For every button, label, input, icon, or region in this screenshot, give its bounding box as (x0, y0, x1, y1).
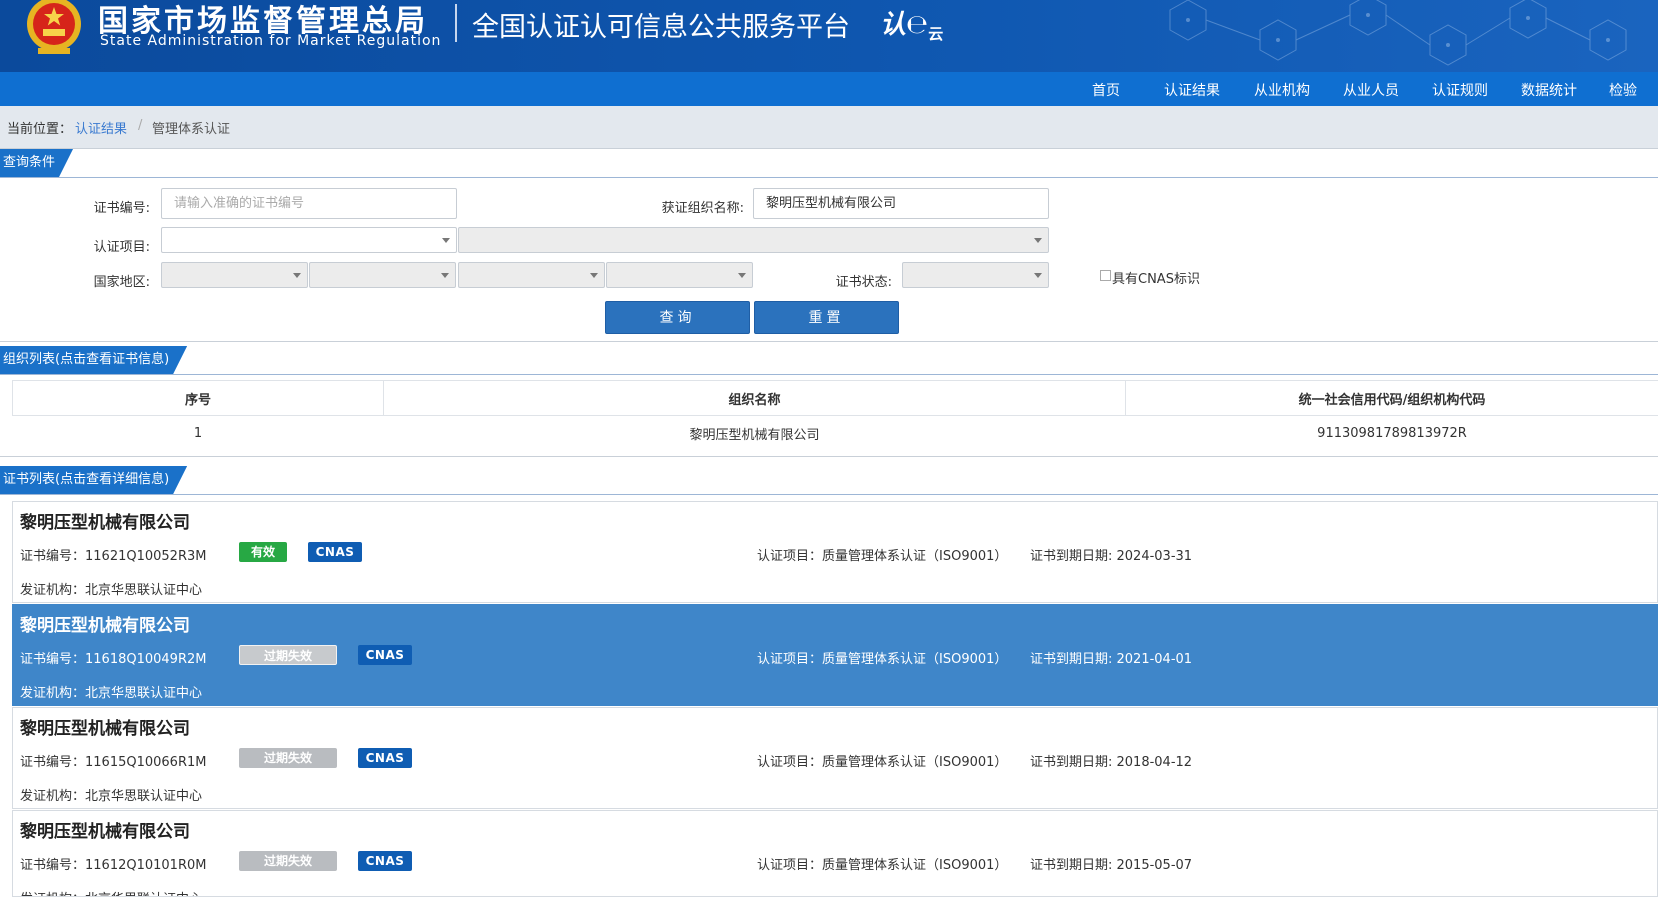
cert-expiry: 证书到期日期: 2015-05-07 (1030, 858, 1193, 873)
cnas-badge: CNAS (358, 748, 412, 768)
region-label: 国家地区: (93, 275, 150, 290)
cert-issuer: 发证机构：北京华思联认证中心 (20, 583, 203, 598)
cert-number: 证书编号：11618Q10049R2M (20, 652, 207, 667)
divider (0, 456, 1658, 457)
cert-org-name: 黎明压型机械有限公司 (20, 616, 190, 636)
region-select-4[interactable] (606, 262, 753, 288)
national-emblem-icon (27, 0, 81, 54)
chevron-down-icon (1034, 238, 1042, 243)
nav-item-home[interactable]: 首页 (1092, 80, 1120, 100)
region-select-1[interactable] (161, 262, 308, 288)
platform-logo: 认℮云 (880, 4, 943, 44)
project-category-select[interactable] (161, 227, 457, 253)
cert-list-section-header: 证书列表(点击查看详细信息) (0, 466, 1658, 495)
column-header-index: 序号 (12, 380, 384, 416)
cert-org-name: 黎明压型机械有限公司 (20, 822, 190, 842)
chevron-down-icon (1034, 273, 1042, 278)
column-header-credit-code: 统一社会信用代码/组织机构代码 (1125, 380, 1658, 416)
cert-number: 证书编号：11612Q10101R0M (20, 858, 207, 873)
logo-swirl-icon: ℮ (906, 10, 929, 40)
breadcrumb-separator: / (138, 118, 143, 133)
hexagon-pattern-icon (1169, 0, 1627, 66)
cnas-badge: CNAS (358, 851, 412, 871)
cert-card[interactable]: 黎明压型机械有限公司 证书编号：11615Q10066R1M 过期失效 CNAS… (12, 707, 1658, 809)
org-list-section-title: 组织列表(点击查看证书信息) (0, 346, 187, 374)
nav-item-statistics[interactable]: 数据统计 (1521, 80, 1577, 100)
cert-org-name: 黎明压型机械有限公司 (20, 719, 190, 739)
chevron-down-icon (293, 273, 301, 278)
breadcrumb-prefix: 当前位置： (7, 122, 73, 137)
breadcrumb: 当前位置： 认证结果 / 管理体系认证 (0, 106, 1658, 149)
nav-item-inspection[interactable]: 检验 (1609, 80, 1637, 100)
cert-issuer: 发证机构：北京华思联认证中心 (20, 686, 203, 701)
region-select-2[interactable] (309, 262, 456, 288)
reset-button[interactable]: 重置 (754, 301, 899, 334)
site-header: 国家市场监督管理总局 State Administration for Mark… (0, 0, 1658, 72)
cert-expiry: 证书到期日期: 2024-03-31 (1030, 549, 1193, 564)
cert-project-label: 认证项目: (93, 240, 150, 255)
cert-project: 认证项目：质量管理体系认证（ISO9001） (757, 755, 1008, 770)
cert-card[interactable]: 黎明压型机械有限公司 证书编号：11621Q10052R3M 有效 CNAS 认… (12, 501, 1658, 603)
cert-number: 证书编号：11615Q10066R1M (20, 755, 207, 770)
column-header-org-name: 组织名称 (383, 380, 1126, 416)
breadcrumb-current: 管理体系认证 (152, 122, 231, 137)
table-header-row: 序号 组织名称 统一社会信用代码/组织机构代码 (12, 380, 1658, 416)
cert-status-label: 证书状态: (835, 275, 892, 290)
cnas-badge: CNAS (308, 542, 362, 562)
nav-item-institutions[interactable]: 从业机构 (1254, 80, 1310, 100)
breadcrumb-link-cert-results[interactable]: 认证结果 (75, 118, 127, 137)
header-divider (455, 4, 457, 42)
chevron-down-icon (442, 238, 450, 243)
chevron-down-icon (441, 273, 449, 278)
status-badge: 过期失效 (239, 748, 337, 768)
cert-issuer: 发证机构：北京华思联认证中心 (20, 789, 203, 804)
platform-title: 全国认证认可信息公共服务平台 (472, 12, 850, 43)
cert-status-select[interactable] (902, 262, 1049, 288)
cert-list-section-title: 证书列表(点击查看详细信息) (0, 466, 187, 494)
cert-project: 认证项目：质量管理体系认证（ISO9001） (757, 549, 1008, 564)
row-credit-code: 91130981789813972R (1125, 415, 1658, 450)
logo-sub-text: 云 (928, 25, 944, 43)
cert-expiry: 证书到期日期: 2021-04-01 (1030, 652, 1193, 667)
cert-org-name: 黎明压型机械有限公司 (20, 513, 190, 533)
project-subcategory-select[interactable] (458, 227, 1049, 253)
nav-item-rules[interactable]: 认证规则 (1432, 80, 1488, 100)
chevron-down-icon (738, 273, 746, 278)
query-section-header: 查询条件 (0, 149, 1658, 178)
org-name-label: 获证组织名称: (661, 201, 744, 216)
cert-card[interactable]: 黎明压型机械有限公司 证书编号：11618Q10049R2M 过期失效 CNAS… (12, 604, 1658, 706)
agency-name-en: State Administration for Market Regulati… (100, 33, 442, 49)
row-index: 1 (12, 415, 384, 450)
query-section-title: 查询条件 (0, 149, 73, 177)
cert-no-label: 证书编号: (93, 201, 150, 216)
nav-item-cert-results[interactable]: 认证结果 (1164, 80, 1220, 100)
cert-issuer: 发证机构：北京华思联认证中心 (20, 888, 202, 896)
cnas-badge: CNAS (358, 645, 412, 665)
org-name-input[interactable]: 黎明压型机械有限公司 (753, 188, 1049, 219)
row-org-name[interactable]: 黎明压型机械有限公司 (383, 415, 1126, 450)
main-nav: 首页 认证结果 从业机构 从业人员 认证规则 数据统计 检验 (0, 72, 1658, 106)
cert-no-input[interactable]: 请输入准确的证书编号 (161, 188, 457, 219)
cert-project: 认证项目：质量管理体系认证（ISO9001） (757, 858, 1008, 873)
cert-card[interactable]: 黎明压型机械有限公司 证书编号：11612Q10101R0M 过期失效 CNAS… (12, 810, 1658, 897)
chevron-down-icon (590, 273, 598, 278)
cert-expiry: 证书到期日期: 2018-04-12 (1030, 755, 1193, 770)
nav-item-personnel[interactable]: 从业人员 (1343, 80, 1399, 100)
org-list-section-header: 组织列表(点击查看证书信息) (0, 346, 1658, 375)
cert-project: 认证项目：质量管理体系认证（ISO9001） (757, 652, 1008, 667)
region-select-3[interactable] (458, 262, 605, 288)
cnas-checkbox[interactable] (1100, 270, 1111, 281)
divider (0, 341, 1658, 342)
cnas-checkbox-label[interactable]: 具有CNAS标识 (1112, 268, 1200, 287)
org-table: 序号 组织名称 统一社会信用代码/组织机构代码 1 黎明压型机械有限公司 911… (12, 380, 1658, 450)
query-button[interactable]: 查询 (605, 301, 750, 334)
table-row[interactable]: 1 黎明压型机械有限公司 91130981789813972R (12, 415, 1658, 450)
status-badge: 过期失效 (239, 851, 337, 871)
logo-text: 认 (880, 10, 907, 40)
cert-number: 证书编号：11621Q10052R3M (20, 549, 207, 564)
status-badge: 过期失效 (239, 645, 337, 665)
status-badge: 有效 (239, 542, 287, 562)
